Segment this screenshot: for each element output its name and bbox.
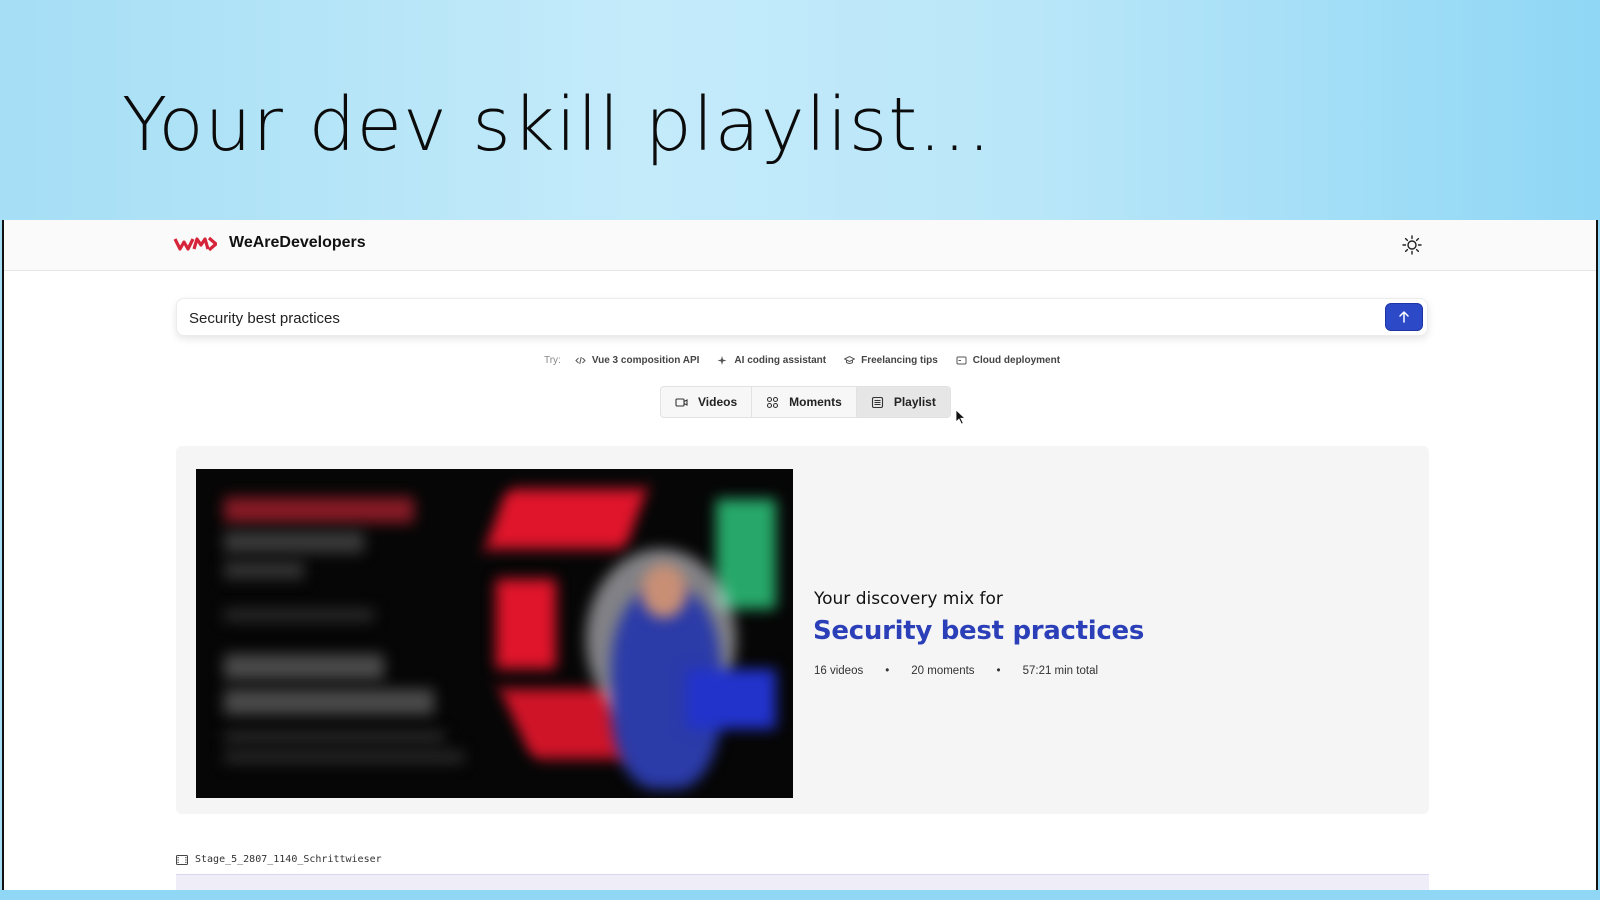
- browser-window: WeAreDevelopers Try: Vue 3 composition A…: [2, 220, 1598, 890]
- search-bar: [176, 298, 1428, 336]
- top-bar: WeAreDevelopers: [4, 220, 1596, 271]
- next-video-card[interactable]: [176, 874, 1429, 890]
- tab-label: Playlist: [893, 395, 936, 409]
- tab-label: Videos: [698, 395, 738, 409]
- tab-label: Moments: [789, 395, 842, 409]
- sun-icon[interactable]: [1401, 234, 1423, 256]
- suggestion-label: AI coding assistant: [734, 354, 827, 366]
- bottom-band: [0, 890, 1600, 900]
- wad-logo-icon[interactable]: [173, 235, 217, 253]
- graduation-cap-icon: [844, 355, 856, 364]
- playlist-title: Security best practices: [813, 616, 1144, 646]
- suggestion-label: Vue 3 composition API: [591, 354, 700, 366]
- suggestions-label: Try:: [543, 354, 561, 366]
- separator-dot: •: [996, 665, 1001, 677]
- mouse-cursor-icon: [955, 409, 966, 425]
- arrow-up-icon: [1399, 311, 1409, 323]
- suggestion-label: Cloud deployment: [972, 354, 1061, 366]
- suggestion-ai[interactable]: AI coding assistant: [717, 355, 826, 366]
- video-icon: [675, 397, 688, 407]
- slide-title: Your dev skill playlist...: [122, 82, 992, 168]
- next-item-header: Stage_5_2807_1140_Schrittwieser: [176, 854, 382, 865]
- search-input[interactable]: [189, 305, 1339, 331]
- brand-name[interactable]: WeAreDevelopers: [229, 234, 366, 252]
- tab-moments[interactable]: Moments: [752, 387, 857, 417]
- list-icon: [871, 396, 883, 408]
- suggestion-freelancing[interactable]: Freelancing tips: [844, 355, 938, 366]
- server-icon: [956, 356, 967, 364]
- suggestion-cloud[interactable]: Cloud deployment: [956, 355, 1060, 366]
- playlist-thumbnail[interactable]: [196, 469, 793, 798]
- suggestion-vue[interactable]: Vue 3 composition API: [575, 354, 700, 366]
- view-tabs: Videos Moments Playlist: [660, 386, 951, 418]
- tab-videos[interactable]: Videos: [661, 387, 753, 417]
- separator-dot: •: [885, 665, 890, 677]
- playlist-subtitle: Your discovery mix for: [814, 589, 1003, 609]
- tab-playlist[interactable]: Playlist: [856, 387, 950, 417]
- suggestion-label: Freelancing tips: [861, 354, 938, 366]
- total-duration: 57:21 min total: [1022, 665, 1099, 677]
- sparkle-icon: [717, 355, 727, 365]
- playlist-stats: 16 videos • 20 moments • 57:21 min total: [814, 665, 1098, 677]
- suggestions-row: Try: Vue 3 composition API AI coding ass…: [4, 351, 1596, 369]
- next-item-filename[interactable]: Stage_5_2807_1140_Schrittwieser: [195, 854, 382, 865]
- grid-icon: [767, 396, 779, 408]
- film-icon: [176, 854, 188, 865]
- code-icon: [575, 356, 586, 364]
- playlist-card: Your discovery mix for Security best pra…: [176, 446, 1429, 814]
- search-submit-button[interactable]: [1385, 303, 1423, 331]
- video-count: 16 videos: [814, 665, 864, 677]
- moment-count: 20 moments: [911, 665, 975, 677]
